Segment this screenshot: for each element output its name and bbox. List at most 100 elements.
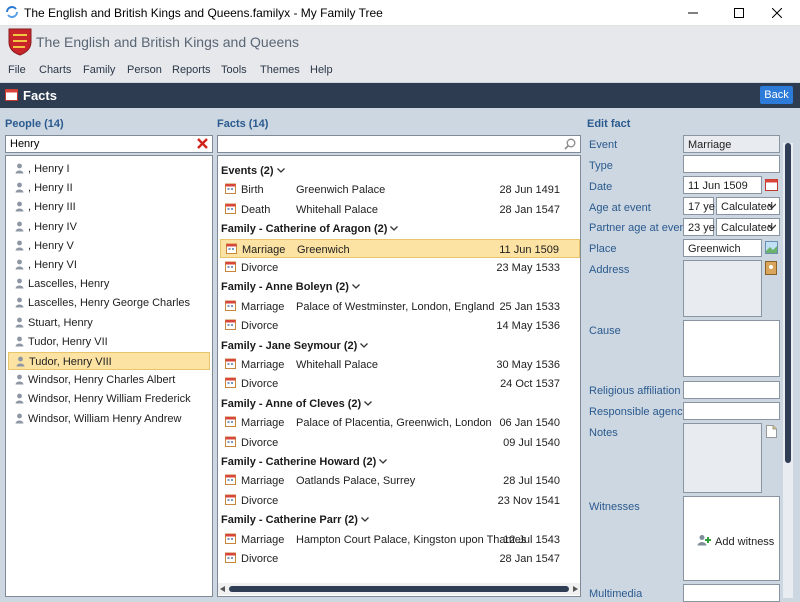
fact-event: Death xyxy=(241,203,271,216)
fact-calendar-icon xyxy=(225,183,236,197)
fact-row[interactable]: Marriage Palace of Westminster, London, E… xyxy=(220,297,580,316)
fact-row[interactable]: Divorce 28 Jan 1547 xyxy=(220,549,580,568)
calendar-picker-icon[interactable] xyxy=(765,178,778,194)
minimize-button[interactable] xyxy=(670,0,716,26)
fact-group-header[interactable]: Events (2) xyxy=(221,165,285,177)
fact-row[interactable]: Birth Greenwich Palace 28 Jun 1491 xyxy=(220,180,580,199)
age-input[interactable]: 17 ye xyxy=(683,197,715,215)
chevron-down-icon xyxy=(276,165,285,177)
person-row[interactable]: Lascelles, Henry xyxy=(8,275,210,293)
fact-row[interactable]: Divorce 24 Oct 1537 xyxy=(220,374,580,393)
menu-help[interactable]: Help xyxy=(310,64,333,76)
facts-horizontal-scrollbar[interactable] xyxy=(218,583,580,595)
person-row[interactable]: Lascelles, Henry George Charles xyxy=(8,294,210,312)
person-icon xyxy=(15,297,24,311)
clear-search-icon[interactable] xyxy=(197,138,208,152)
fact-row[interactable]: Divorce 23 May 1533 xyxy=(220,258,580,277)
fact-row[interactable]: Marriage Greenwich 11 Jun 1509 xyxy=(220,238,580,258)
chevron-down-icon xyxy=(767,201,777,213)
add-witness-label: Add witness xyxy=(715,535,775,548)
fact-date: 28 Jun 1491 xyxy=(499,184,560,197)
person-row[interactable]: , Henry IV xyxy=(8,218,210,236)
date-input[interactable]: 11 Jun 1509 xyxy=(683,176,762,194)
person-row[interactable]: , Henry VI xyxy=(8,256,210,274)
fact-date: 28 Jan 1547 xyxy=(499,553,560,565)
facts-list: Events (2) Birth Greenwich Palace 28 Jun 14… xyxy=(217,155,581,597)
cause-input[interactable] xyxy=(683,320,780,377)
scrollbar-thumb[interactable] xyxy=(785,143,791,463)
fact-calendar-icon xyxy=(225,203,236,217)
person-row[interactable]: Stuart, Henry xyxy=(8,314,210,332)
person-name: , Henry I xyxy=(28,163,70,175)
fact-date: 30 May 1536 xyxy=(496,359,560,371)
partner-age-mode-select[interactable]: Calculated xyxy=(716,218,780,236)
religion-input[interactable] xyxy=(683,381,780,399)
person-row[interactable]: , Henry III xyxy=(8,198,210,216)
facts-search-input[interactable] xyxy=(217,135,581,153)
partner-age-input[interactable]: 23 ye xyxy=(683,218,715,236)
place-input[interactable]: Greenwich xyxy=(683,239,762,257)
fact-row[interactable]: Divorce 23 Nov 1541 xyxy=(220,491,580,510)
menu-themes[interactable]: Themes xyxy=(260,64,300,76)
fact-row[interactable]: Marriage Whitehall Palace 30 May 1536 xyxy=(220,355,580,374)
fact-group-header[interactable]: Family - Jane Seymour (2) xyxy=(221,340,369,352)
fact-row[interactable]: Marriage Hampton Court Palace, Kingston u… xyxy=(220,530,580,549)
person-icon xyxy=(15,393,24,407)
note-icon[interactable] xyxy=(766,425,777,441)
fact-group-header[interactable]: Family - Catherine Howard (2) xyxy=(221,456,388,468)
search-icon xyxy=(564,138,576,153)
fact-group-header[interactable]: Family - Catherine Parr (2) xyxy=(221,514,369,526)
person-name: Windsor, William Henry Andrew xyxy=(28,412,182,425)
scrollbar-thumb[interactable] xyxy=(229,586,569,592)
person-row[interactable]: , Henry I xyxy=(8,160,210,178)
fact-date: 23 Nov 1541 xyxy=(497,494,560,507)
agency-input[interactable] xyxy=(683,402,780,420)
menu-person[interactable]: Person xyxy=(127,64,162,76)
menu-tools[interactable]: Tools xyxy=(221,64,247,76)
fact-row[interactable]: Divorce 14 May 1536 xyxy=(220,316,580,335)
person-icon xyxy=(15,317,24,331)
menu-charts[interactable]: Charts xyxy=(39,64,71,76)
fact-calendar-icon xyxy=(225,436,236,450)
menu-reports[interactable]: Reports xyxy=(172,64,211,76)
person-icon xyxy=(15,240,24,254)
place-picker-icon[interactable] xyxy=(765,241,778,257)
fact-row[interactable]: Marriage Oatlands Palace, Surrey 28 Jul 15… xyxy=(220,471,580,490)
fact-group-header[interactable]: Family - Anne of Cleves (2) xyxy=(221,398,373,410)
window-title: The English and British Kings and Queens… xyxy=(24,6,383,20)
person-row[interactable]: Windsor, Henry William Frederick xyxy=(8,390,210,408)
partner-age-label: Partner age at event xyxy=(589,222,689,234)
fact-place: Greenwich xyxy=(297,243,350,256)
fact-date: 28 Jul 1540 xyxy=(503,475,560,488)
back-button[interactable]: Back xyxy=(760,86,793,104)
person-name: Windsor, Henry William Frederick xyxy=(28,393,191,406)
fact-calendar-icon xyxy=(225,377,236,391)
person-row[interactable]: , Henry V xyxy=(8,237,210,255)
address-book-icon[interactable] xyxy=(765,261,777,278)
people-search-input[interactable]: Henry xyxy=(5,135,213,153)
calendar-icon xyxy=(5,88,18,104)
menu-file[interactable]: File xyxy=(8,64,26,76)
fact-calendar-icon xyxy=(225,474,236,488)
menu-family[interactable]: Family xyxy=(83,64,115,76)
person-row[interactable]: Windsor, William Henry Andrew xyxy=(8,410,210,428)
fact-row[interactable]: Marriage Palace of Placentia, Greenwich, … xyxy=(220,413,580,432)
fact-group-header[interactable]: Family - Anne Boleyn (2) xyxy=(221,281,360,293)
fact-row[interactable]: Death Whitehall Palace 28 Jan 1547 xyxy=(220,200,580,219)
age-mode-select[interactable]: Calculated xyxy=(716,197,780,215)
person-row[interactable]: Tudor, Henry VIII xyxy=(8,352,210,370)
fact-row[interactable]: Divorce 09 Jul 1540 xyxy=(220,433,580,452)
edit-vertical-scrollbar[interactable] xyxy=(783,143,793,598)
people-search-value: Henry xyxy=(10,138,40,150)
fact-date: 28 Jan 1547 xyxy=(499,203,560,216)
type-input[interactable] xyxy=(683,155,780,173)
person-icon xyxy=(15,163,24,177)
close-window-button[interactable] xyxy=(754,0,800,26)
title-bar: The English and British Kings and Queens… xyxy=(0,0,800,26)
fact-date: 24 Oct 1537 xyxy=(500,378,560,391)
person-row[interactable]: , Henry II xyxy=(8,179,210,197)
person-row[interactable]: Windsor, Henry Charles Albert xyxy=(8,371,210,389)
person-row[interactable]: Tudor, Henry VII xyxy=(8,333,210,351)
fact-group-header[interactable]: Family - Catherine of Aragon (2) xyxy=(221,223,399,235)
add-witness-button[interactable]: Add witness xyxy=(697,534,774,549)
